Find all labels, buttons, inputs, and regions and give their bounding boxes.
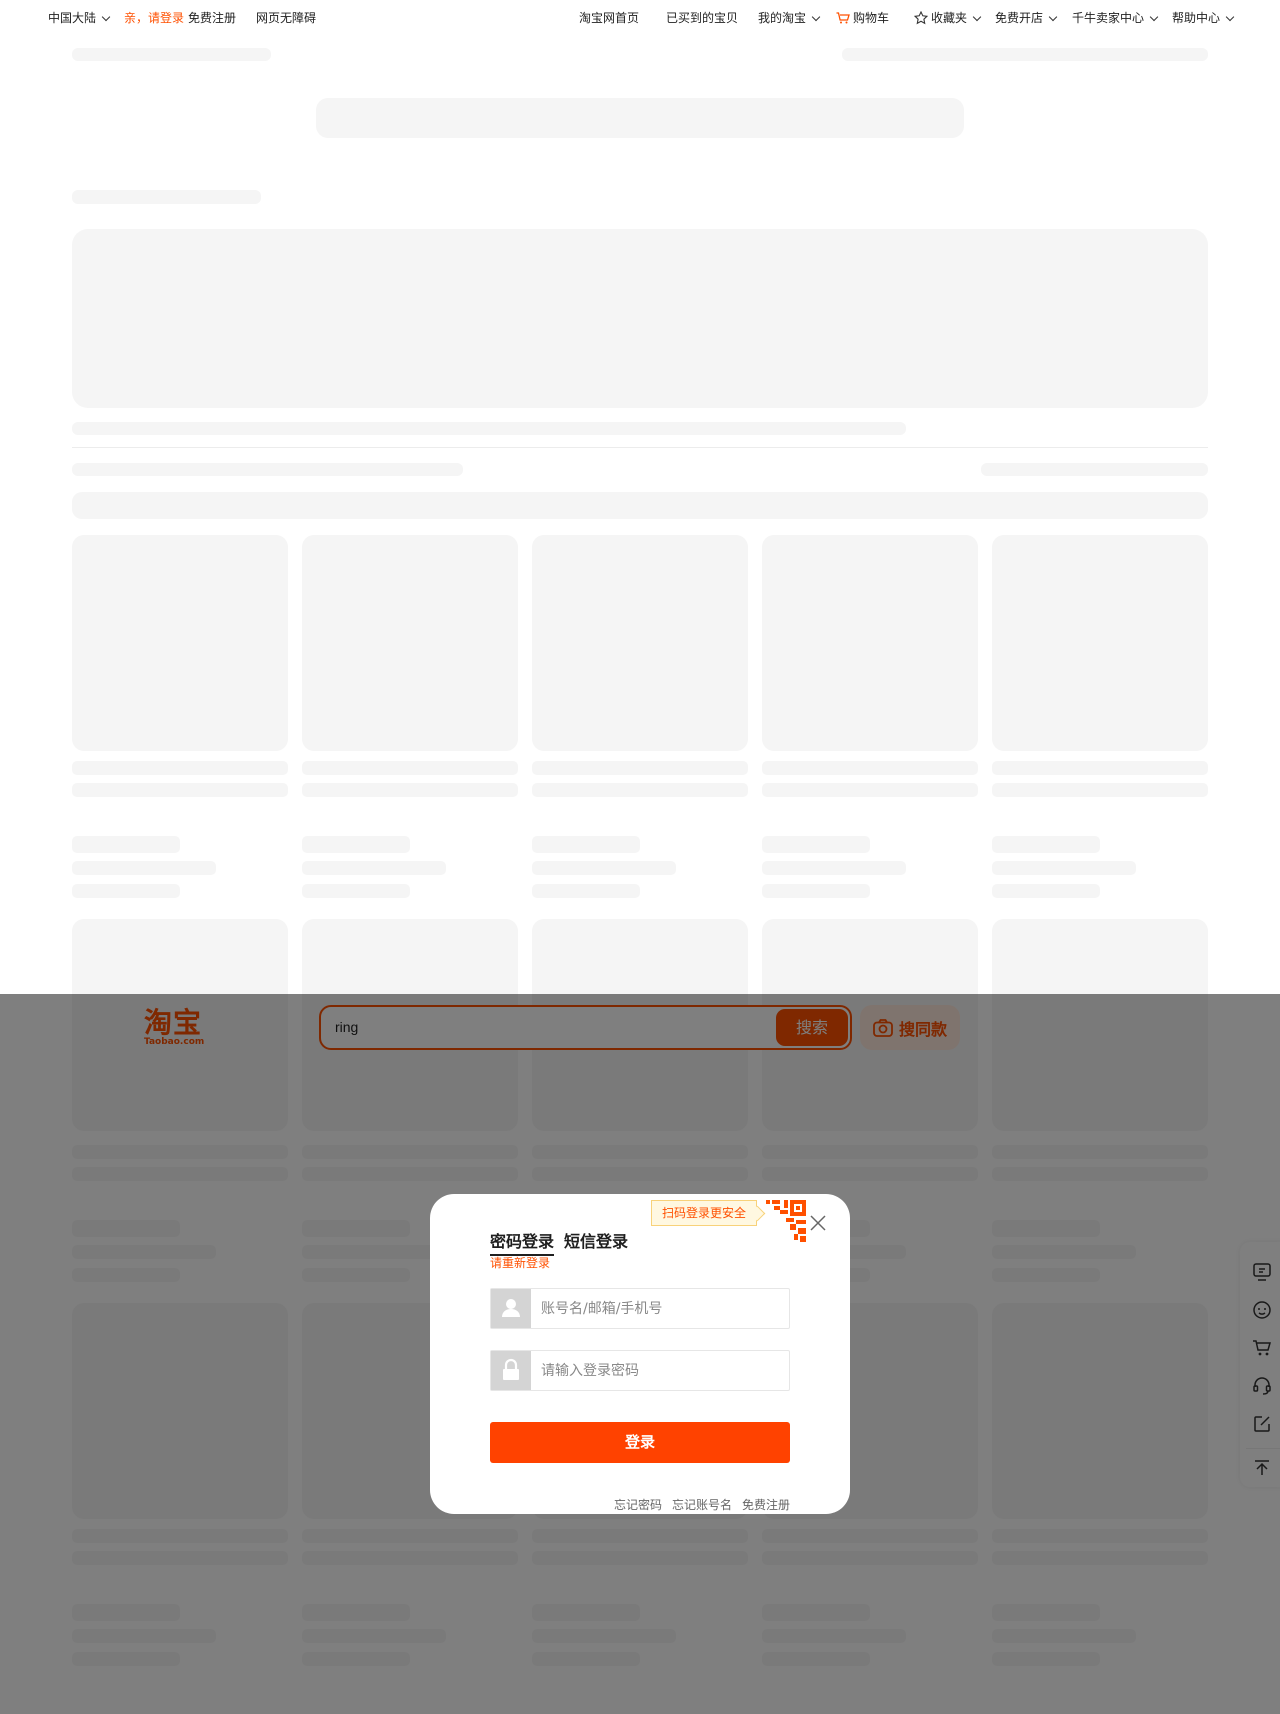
- open-store-menu[interactable]: 免费开店: [995, 0, 1058, 36]
- forgot-password-link[interactable]: 忘记密码: [614, 1496, 662, 1513]
- skeleton-bar: [992, 861, 1136, 875]
- chevron-down-icon: [101, 12, 111, 21]
- skeleton-bar: [532, 783, 748, 797]
- bought-items-link[interactable]: 已买到的宝贝: [666, 0, 738, 36]
- cart-label: 购物车: [853, 11, 890, 25]
- star-icon: [914, 11, 928, 25]
- my-taobao-menu[interactable]: 我的淘宝: [758, 0, 821, 36]
- forgot-account-link[interactable]: 忘记账号名: [672, 1496, 732, 1513]
- accessibility-link[interactable]: 网页无障碍: [256, 0, 316, 36]
- skeleton-bar: [762, 861, 906, 875]
- skeleton-banner: [72, 229, 1208, 408]
- qr-code-icon[interactable]: [760, 1198, 810, 1248]
- login-tabs: 密码登录 短信登录: [490, 1228, 628, 1256]
- seller-center-label: 千牛卖家中心: [1072, 11, 1145, 25]
- chevron-down-icon: [811, 12, 821, 21]
- qr-login-tip: 扫码登录更安全: [651, 1200, 758, 1226]
- top-navigation-bar: 中国大陆 亲，请登录 免费注册 网页无障碍 淘宝网首页 已买到的宝贝 我的淘宝 …: [0, 0, 1280, 36]
- home-link[interactable]: 淘宝网首页: [579, 0, 639, 36]
- free-register-link[interactable]: 免费注册: [742, 1496, 790, 1513]
- skeleton-bar: [302, 761, 518, 775]
- skeleton-bar: [72, 861, 216, 875]
- skeleton-bar: [532, 861, 676, 875]
- my-taobao-label: 我的淘宝: [758, 11, 807, 25]
- divider: [72, 447, 1208, 448]
- skeleton-card-image: [992, 535, 1208, 751]
- seller-center-menu[interactable]: 千牛卖家中心: [1072, 0, 1159, 36]
- login-greeting[interactable]: 亲，请登录: [124, 0, 184, 36]
- skeleton-bar: [72, 48, 271, 61]
- skeleton-bar: [72, 761, 288, 775]
- skeleton-bar: [992, 761, 1208, 775]
- skeleton-bar: [72, 884, 180, 898]
- skeleton-bar: [762, 884, 870, 898]
- help-center-menu[interactable]: 帮助中心: [1172, 0, 1235, 36]
- login-links: 忘记密码 忘记账号名 免费注册: [614, 1496, 790, 1513]
- skeleton-bar: [72, 422, 906, 435]
- login-link[interactable]: 亲，请登录: [124, 0, 184, 36]
- cart-icon: [836, 12, 850, 24]
- lock-icon: [491, 1351, 531, 1390]
- skeleton-card-image: [302, 535, 518, 751]
- relogin-hint: 请重新登录: [490, 1256, 551, 1270]
- chevron-down-icon: [972, 12, 982, 21]
- help-center-label: 帮助中心: [1172, 11, 1221, 25]
- skeleton-card-image: [762, 535, 978, 751]
- chevron-down-icon: [1149, 12, 1159, 21]
- password-field: [490, 1350, 790, 1391]
- home-label[interactable]: 淘宝网首页: [579, 0, 639, 36]
- favorites-label: 收藏夹: [931, 11, 968, 25]
- skeleton-bar: [72, 783, 288, 797]
- skeleton-bar: [992, 884, 1100, 898]
- skeleton-bar: [992, 836, 1100, 853]
- skeleton-bar: [532, 884, 640, 898]
- username-field: [490, 1288, 790, 1329]
- close-icon[interactable]: [809, 1214, 827, 1232]
- skeleton-bar: [302, 783, 518, 797]
- chevron-down-icon: [1225, 12, 1235, 21]
- skeleton-bar: [762, 836, 870, 853]
- skeleton-bar: [762, 783, 978, 797]
- cart-link[interactable]: 购物车: [836, 0, 889, 36]
- skeleton-bar: [302, 861, 446, 875]
- bought-items-label[interactable]: 已买到的宝贝: [666, 0, 738, 36]
- login-button[interactable]: 登录: [490, 1422, 790, 1463]
- skeleton-card-image: [72, 535, 288, 751]
- skeleton-bar: [302, 884, 410, 898]
- login-modal: 扫码登录更安全 密码登录 短信登录 请重新登录 登录 忘记密码 忘记账号名 免费…: [430, 1194, 850, 1514]
- skeleton-bar: [72, 190, 261, 204]
- skeleton-bar: [72, 836, 180, 853]
- skeleton-bar: [981, 463, 1208, 476]
- open-store-label: 免费开店: [995, 11, 1044, 25]
- skeleton-card-image: [532, 535, 748, 751]
- username-input[interactable]: [541, 1289, 781, 1328]
- skeleton-bar: [532, 836, 640, 853]
- password-input[interactable]: [541, 1351, 781, 1390]
- skeleton-bar: [842, 48, 1208, 61]
- favorites-menu[interactable]: 收藏夹: [914, 0, 982, 36]
- skeleton-bar: [762, 761, 978, 775]
- tab-password-login[interactable]: 密码登录: [490, 1228, 555, 1256]
- register-label[interactable]: 免费注册: [188, 0, 236, 36]
- accessibility-label[interactable]: 网页无障碍: [256, 0, 316, 36]
- chevron-down-icon: [1048, 12, 1058, 21]
- skeleton-filter-bar: [72, 492, 1208, 519]
- skeleton-bar: [532, 761, 748, 775]
- user-icon: [491, 1289, 531, 1328]
- skeleton-search: [316, 98, 964, 138]
- region-selector[interactable]: 中国大陆: [48, 0, 111, 36]
- register-link[interactable]: 免费注册: [188, 0, 236, 36]
- skeleton-bar: [72, 463, 463, 476]
- skeleton-bar: [302, 836, 410, 853]
- tab-sms-login[interactable]: 短信登录: [564, 1228, 628, 1256]
- skeleton-bar: [992, 783, 1208, 797]
- region-label: 中国大陆: [48, 11, 97, 25]
